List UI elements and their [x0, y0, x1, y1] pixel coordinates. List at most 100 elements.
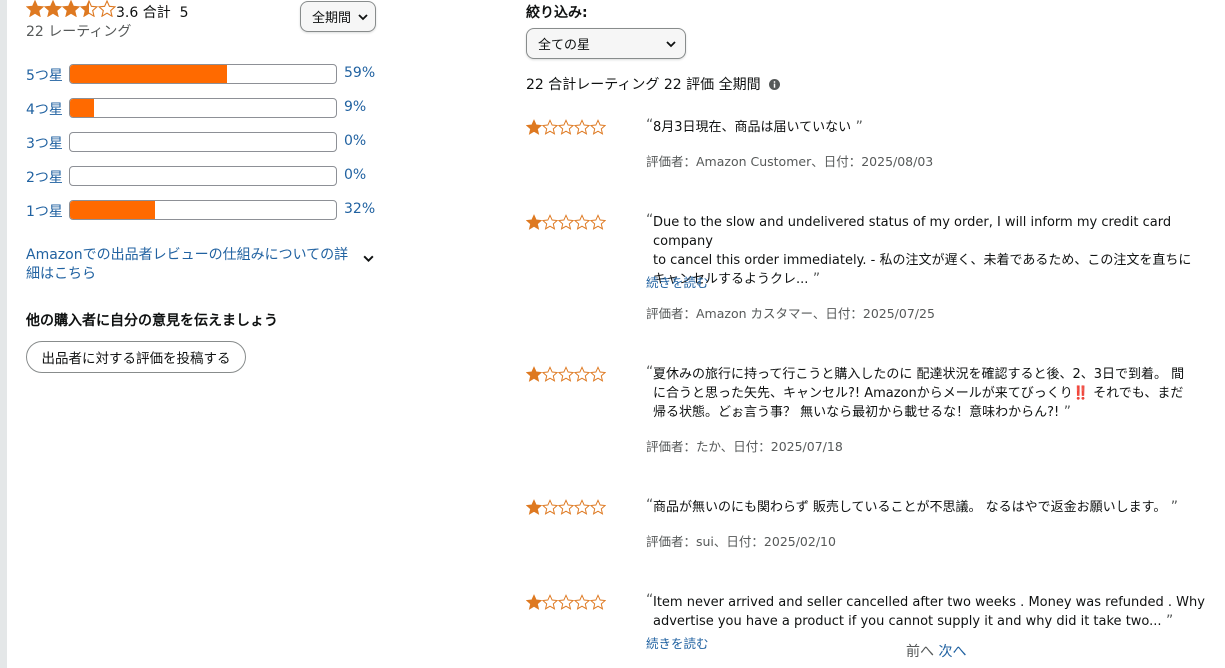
review-meta: 評価者：sui、日付：2025/02/10 [646, 534, 836, 549]
star-icon [542, 366, 558, 382]
histogram-bar[interactable] [69, 132, 337, 152]
review-line: 商品が無いのにも関わらず 販売していることが不思議。 なるはやで返金お願いします… [653, 499, 1179, 515]
review-stars [526, 594, 606, 610]
open-quote: “ [646, 592, 654, 608]
chevron-down-icon[interactable] [362, 252, 375, 265]
star-icon [44, 0, 62, 17]
star-icon [542, 119, 558, 135]
filter-label: 絞り込み: [526, 5, 588, 21]
histogram-label[interactable]: 1つ星 [26, 201, 63, 221]
close-quote: ” [808, 271, 821, 287]
histogram-bar[interactable] [69, 200, 337, 220]
filter-summary-text: 22 合計レーティング 22 評価 全期間 [526, 77, 761, 93]
info-icon[interactable] [769, 79, 781, 90]
histogram-bar[interactable] [69, 64, 337, 84]
how-reviews-work-line1: Amazonでの出品者レビューの仕組みについての詳 [26, 247, 349, 263]
histogram-percent[interactable]: 59% [344, 65, 375, 81]
star-icon [590, 214, 606, 230]
review-line: に合うと思った矢先、キャンセル?! Amazonからメールが来てびっくり‼️ そ… [653, 386, 1184, 401]
review-stars [526, 366, 606, 382]
histogram-label[interactable]: 3つ星 [26, 133, 63, 153]
average-rating-text: 3.6 合計 5 [116, 2, 189, 22]
rating-count: 22 レーティング [26, 24, 132, 40]
star-icon [558, 214, 574, 230]
star-icon [574, 119, 590, 135]
pagination: 前へ 次へ [906, 641, 966, 661]
histogram-percent[interactable]: 9% [344, 99, 366, 115]
review-text: “Due to the slow and undelivered status … [646, 212, 1221, 289]
star-icon [558, 499, 574, 515]
star-filter-value: 全ての星 [538, 38, 591, 53]
open-quote: “ [646, 212, 654, 228]
write-seller-review-button[interactable]: 出品者に対する評価を投稿する [26, 341, 246, 373]
review-meta: 評価者：たか、日付：2025/07/18 [646, 439, 843, 454]
close-quote: ” [1161, 613, 1174, 629]
star-icon [590, 366, 606, 382]
average-rating-stars [26, 0, 116, 17]
chevron-down-icon [666, 40, 676, 47]
review-meta: 評価者：Alan Sutton、日付：2025/01/30 [646, 664, 891, 668]
review-stars [526, 214, 606, 230]
review-text: “商品が無いのにも関わらず 販売していることが不思議。 なるはやで返金お願いしま… [646, 497, 1221, 517]
rating-out-of: 5 [179, 5, 189, 21]
open-quote: “ [646, 497, 654, 513]
star-icon [574, 214, 590, 230]
review-line: 夏休みの旅行に持って行こうと購入したのに 配達状況を確認すると後、2、3日で到着… [653, 367, 1185, 382]
star-icon [574, 594, 590, 610]
star-icon [62, 0, 80, 17]
star-icon [526, 214, 542, 230]
rating-score: 3.6 合計 [116, 5, 171, 21]
review-line: キャンセルするようクレ... ” [653, 271, 821, 287]
histogram-label[interactable]: 4つ星 [26, 99, 63, 119]
star-icon [542, 499, 558, 515]
close-quote: ” [1166, 499, 1179, 515]
pagination-next[interactable]: 次へ [938, 644, 966, 660]
share-opinion-heading: 他の購入者に自分の意見を伝えましょう [26, 313, 278, 329]
star-icon [558, 366, 574, 382]
open-quote: “ [646, 364, 654, 380]
read-more-link[interactable]: 続きを読む [646, 633, 709, 652]
star-icon [26, 0, 44, 17]
how-reviews-work-link[interactable]: Amazonでの出品者レビューの仕組みについての詳 細はこちら [26, 246, 356, 284]
star-icon [542, 214, 558, 230]
histogram-percent[interactable]: 32% [344, 201, 375, 217]
close-quote: ” [1059, 404, 1071, 420]
histogram-percent[interactable]: 0% [344, 167, 366, 183]
pagination-prev[interactable]: 前へ [906, 644, 934, 660]
review-text: “8月3日現在、商品は届いていない ” [646, 117, 1221, 137]
star-icon [526, 594, 542, 610]
star-icon [590, 119, 606, 135]
how-reviews-work-line2: 細はこちら [26, 266, 96, 282]
star-filter-select[interactable]: 全ての星 [526, 28, 686, 59]
star-icon [558, 594, 574, 610]
star-icon [574, 499, 590, 515]
histogram-percent[interactable]: 0% [344, 133, 366, 149]
star-icon [574, 366, 590, 382]
histogram-bar[interactable] [69, 166, 337, 186]
period-select-value: 全期間 [312, 11, 352, 26]
review-stars [526, 119, 606, 135]
star-icon [542, 594, 558, 610]
histogram-label[interactable]: 2つ星 [26, 167, 63, 187]
histogram-bar-fill [70, 65, 227, 83]
review-meta: 評価者：Amazon カスタマー、日付：2025/07/25 [646, 306, 935, 321]
period-select[interactable]: 全期間 [300, 1, 376, 32]
review-line: Item never arrived and seller cancelled … [653, 595, 1205, 610]
histogram-bar-fill [70, 201, 156, 219]
review-line: 帰る状態。どぉ言う事？ 無いなら最初から載せるな！意味わからん?! ” [653, 404, 1071, 420]
review-line: 8月3日現在、商品は届いていない ” [653, 119, 863, 135]
star-icon [526, 499, 542, 515]
read-more-link[interactable]: 続きを読む [646, 272, 709, 291]
chevron-down-icon [358, 13, 368, 20]
review-stars [526, 499, 606, 515]
star-icon [80, 0, 98, 17]
star-icon [590, 594, 606, 610]
histogram-bar[interactable] [69, 98, 337, 118]
star-icon [558, 119, 574, 135]
histogram-bar-fill [70, 99, 94, 117]
left-edge-strip [0, 0, 7, 668]
star-icon [590, 499, 606, 515]
histogram-label[interactable]: 5つ星 [26, 65, 63, 85]
review-text: “Item never arrived and seller cancelled… [646, 592, 1221, 631]
star-icon [98, 0, 116, 17]
